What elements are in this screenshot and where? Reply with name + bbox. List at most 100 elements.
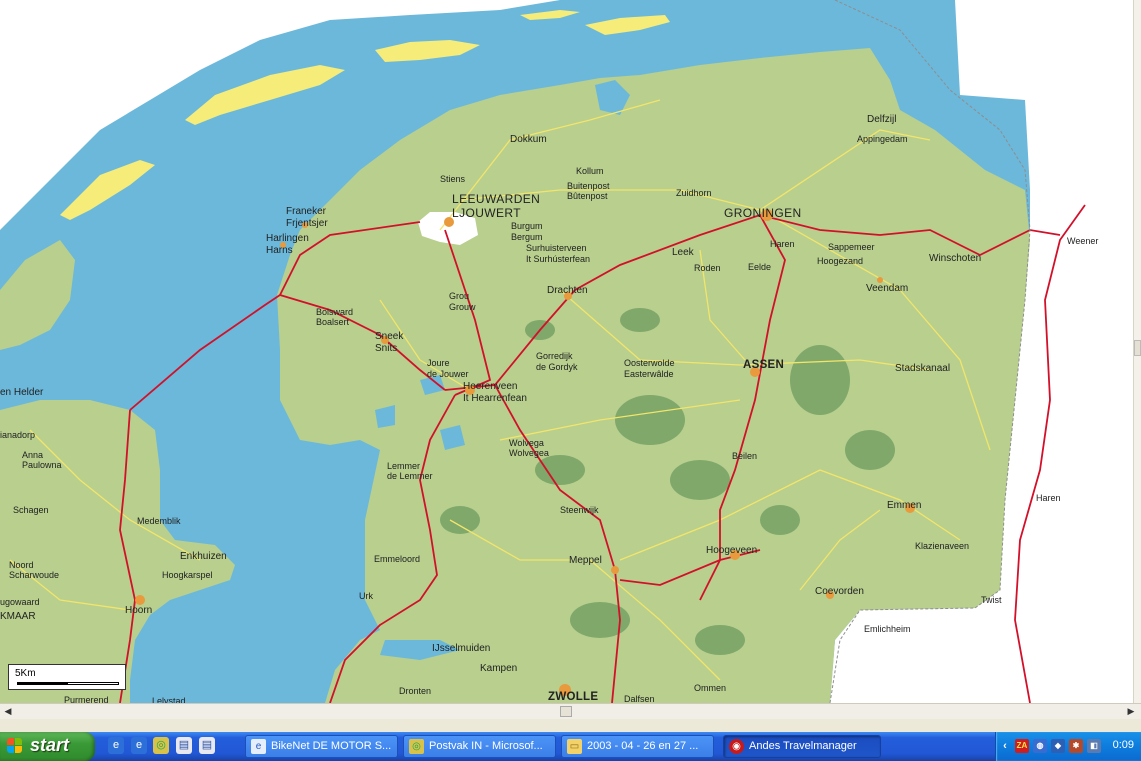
task-label: BikeNet DE MOTOR S... — [271, 740, 392, 752]
place-label: Dronten — [399, 686, 432, 696]
travelmanager-icon: ◉ — [729, 739, 744, 754]
quicklaunch-document-icon[interactable]: ▤ — [199, 737, 215, 754]
place-label: Bûtenpost — [567, 191, 608, 201]
vertical-scrollbar[interactable] — [1133, 0, 1141, 703]
place-label: Scharwoude — [9, 570, 60, 580]
place-label: Grouw — [449, 302, 476, 312]
place-label: Zuidhorn — [676, 188, 712, 198]
horizontal-scroll-thumb[interactable] — [560, 706, 572, 717]
place-label: en Helder — [0, 387, 44, 398]
horizontal-scrollbar[interactable]: ◀ ▶ — [0, 703, 1141, 719]
place-label: It Surhústerfean — [526, 254, 591, 264]
task-button-andes-travelmanager[interactable]: ◉ Andes Travelmanager — [723, 735, 881, 758]
place-label: Coevorden — [815, 586, 864, 597]
place-label: Veendam — [866, 283, 909, 294]
place-label: Harns — [266, 245, 293, 256]
place-label: Kampen — [480, 663, 518, 674]
place-label: Stadskanaal — [895, 363, 951, 374]
place-label: ZWOLLE — [548, 691, 599, 703]
place-label: ASSEN — [743, 359, 785, 371]
place-label: Eelde — [748, 262, 772, 272]
place-label: de Gordyk — [536, 362, 578, 372]
place-label: Delfzijl — [867, 114, 897, 125]
task-button-bikenet[interactable]: e BikeNet DE MOTOR S... — [245, 735, 398, 758]
start-button[interactable]: start — [0, 732, 95, 761]
place-label: Haren — [1036, 493, 1061, 503]
place-label: Joure — [427, 358, 450, 368]
place-label: Gorredijk — [536, 351, 573, 361]
place-label: Surhuisterveen — [526, 243, 587, 253]
place-label: Easterwâlde — [624, 369, 674, 379]
speaker-icon[interactable]: ◧ — [1087, 739, 1101, 753]
place-label: Drachten — [547, 285, 588, 296]
place-label: Hoorn — [125, 605, 153, 616]
place-label: de Lemmer — [387, 471, 433, 481]
place-label: Burgum — [511, 221, 543, 231]
task-label: Andes Travelmanager — [749, 740, 857, 752]
place-label: Emmen — [887, 500, 922, 511]
place-label: Twist — [981, 595, 1002, 605]
place-label: Schagen — [13, 505, 49, 515]
scroll-right-arrow-icon[interactable]: ▶ — [1124, 705, 1138, 718]
scale-label: 5Km — [15, 668, 36, 679]
place-label: Frjentsjer — [286, 218, 328, 229]
place-label: KMAAR — [0, 611, 36, 622]
place-label: de Jouwer — [427, 369, 469, 379]
place-label: Leek — [672, 247, 694, 258]
place-label: Roden — [694, 263, 721, 273]
place-label: Emlichheim — [864, 624, 911, 634]
place-label: Boalsert — [316, 317, 350, 327]
zonealarm-icon[interactable]: ZA — [1015, 739, 1029, 753]
place-label: It Hearrenfean — [463, 393, 527, 404]
place-label: Heerenveen — [463, 381, 518, 392]
place-label: Klazienaveen — [915, 541, 970, 551]
network-icon[interactable]: ◍ — [1033, 739, 1047, 753]
place-label: LJOUWERT — [452, 206, 521, 220]
place-label: Emmeloord — [374, 554, 421, 564]
start-label: start — [30, 735, 70, 755]
place-label: Urk — [359, 591, 373, 601]
security-icon[interactable]: ◆ — [1051, 739, 1065, 753]
scale-ruler — [17, 682, 119, 685]
place-label: Grou — [449, 291, 470, 301]
place-label: Haren — [770, 239, 795, 249]
place-label: Harlingen — [266, 233, 309, 244]
place-label: Winschoten — [929, 253, 982, 264]
folder-icon: ▭ — [567, 739, 582, 754]
place-label: Snits — [375, 343, 398, 354]
place-label: Purmerend — [64, 695, 109, 703]
task-label: Postvak IN - Microsof... — [429, 740, 543, 752]
tray-expand-chevron-icon[interactable]: ‹ — [998, 739, 1012, 753]
task-button-postvak[interactable]: ◎ Postvak IN - Microsof... — [403, 735, 556, 758]
place-label: Hoogkarspel — [162, 570, 213, 580]
place-label: Weener — [1067, 236, 1099, 246]
place-label: Kollum — [576, 166, 604, 176]
quicklaunch-ie-icon[interactable]: e — [131, 737, 147, 754]
windows-logo-icon — [7, 738, 23, 754]
place-label: Stiens — [440, 174, 466, 184]
quicklaunch-outlook-icon[interactable]: ◎ — [153, 737, 169, 754]
place-label: Dokkum — [510, 134, 547, 145]
scroll-left-arrow-icon[interactable]: ◀ — [1, 705, 15, 718]
task-button-folder[interactable]: ▭ 2003 - 04 - 26 en 27 ... — [561, 735, 714, 758]
taskbar: start e e ◎ ▤ ▤ e BikeNet DE MOTOR S... … — [0, 732, 1141, 761]
place-label: ugowaard — [0, 597, 40, 607]
place-label: Franeker — [286, 206, 327, 217]
place-label: Steenwijk — [560, 505, 599, 515]
place-label: IJsselmuiden — [432, 643, 491, 654]
vertical-scroll-thumb[interactable] — [1134, 340, 1141, 356]
place-label: Enkhuizen — [180, 551, 227, 562]
map-viewport[interactable]: Delfzijl Appingedam Dokkum Kollum Stiens Buit… — [0, 0, 1141, 703]
place-label: Dalfsen — [624, 694, 655, 703]
place-label: Meppel — [569, 555, 602, 566]
system-tray: ‹ ZA ◍ ◆ ✱ ◧ 0:09 — [995, 732, 1141, 761]
place-label: Sneek — [375, 331, 404, 342]
place-label: Paulowna — [22, 460, 62, 470]
place-label: Appingedam — [857, 134, 908, 144]
place-label: GRONINGEN — [724, 206, 802, 220]
tool-icon[interactable]: ✱ — [1069, 739, 1083, 753]
task-label: 2003 - 04 - 26 en 27 ... — [587, 740, 699, 752]
quicklaunch-document-icon[interactable]: ▤ — [176, 737, 192, 754]
place-label: Wolvegea — [509, 448, 549, 458]
quicklaunch-ie-icon[interactable]: e — [108, 737, 124, 754]
